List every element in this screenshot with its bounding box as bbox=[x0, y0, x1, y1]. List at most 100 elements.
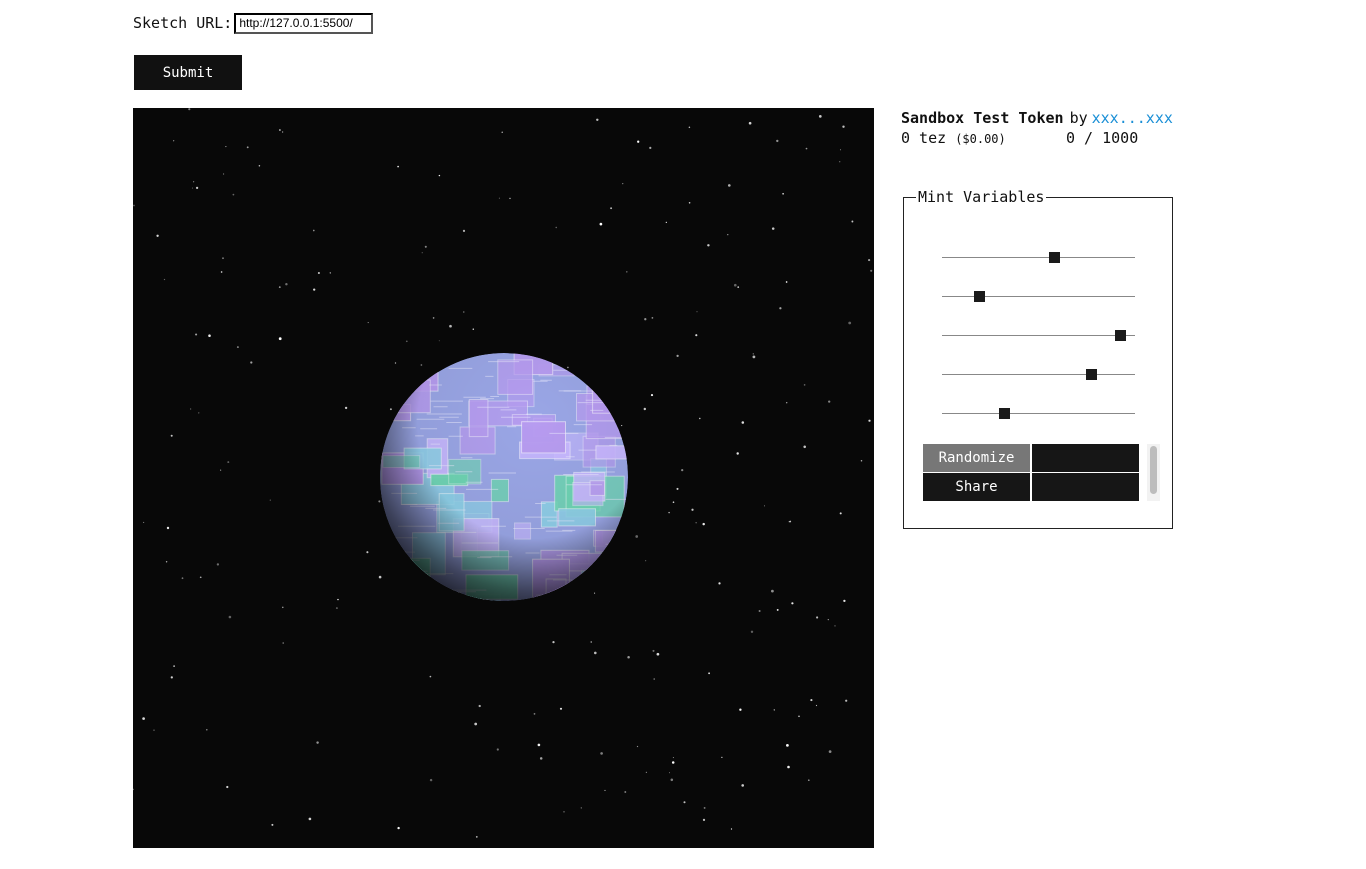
star bbox=[227, 461, 230, 464]
star bbox=[220, 271, 223, 273]
star bbox=[733, 283, 737, 287]
star bbox=[644, 318, 647, 321]
star bbox=[378, 500, 381, 503]
star bbox=[188, 108, 191, 111]
sketch-url-row: Sketch URL: bbox=[133, 12, 374, 34]
star bbox=[637, 140, 640, 143]
star bbox=[142, 717, 145, 720]
star bbox=[421, 252, 423, 254]
star bbox=[313, 288, 316, 291]
scrollbar-thumb[interactable] bbox=[1150, 446, 1157, 494]
star bbox=[807, 779, 810, 782]
star bbox=[163, 278, 166, 281]
sketch-url-input[interactable] bbox=[234, 12, 374, 34]
star bbox=[737, 286, 740, 288]
star bbox=[429, 675, 432, 678]
mint-slider-2[interactable] bbox=[942, 290, 1135, 304]
star bbox=[378, 575, 382, 579]
star bbox=[815, 704, 818, 707]
star bbox=[308, 817, 312, 821]
star bbox=[539, 757, 543, 760]
star bbox=[278, 129, 281, 131]
star bbox=[773, 709, 775, 711]
share-button[interactable]: Share bbox=[923, 473, 1030, 501]
star bbox=[429, 778, 433, 782]
price: 0 tez ($0.00) bbox=[901, 128, 1066, 149]
star bbox=[223, 173, 225, 175]
star bbox=[771, 589, 774, 593]
star bbox=[695, 522, 697, 524]
star bbox=[438, 174, 441, 177]
star bbox=[282, 642, 284, 644]
star bbox=[567, 366, 569, 369]
star bbox=[220, 469, 222, 471]
star bbox=[173, 140, 175, 142]
star bbox=[232, 193, 235, 196]
star bbox=[228, 615, 232, 619]
star bbox=[594, 651, 597, 655]
mint-slider-5[interactable] bbox=[942, 407, 1135, 421]
star bbox=[405, 340, 408, 343]
slider-thumb[interactable] bbox=[998, 408, 1010, 419]
star bbox=[708, 672, 710, 675]
star bbox=[226, 785, 229, 789]
star bbox=[741, 421, 745, 424]
star bbox=[389, 408, 392, 411]
star bbox=[222, 257, 224, 260]
star bbox=[739, 708, 742, 711]
star bbox=[805, 147, 808, 150]
star bbox=[195, 333, 198, 336]
star bbox=[651, 317, 654, 319]
mint-slider-1[interactable] bbox=[942, 251, 1135, 265]
star bbox=[803, 445, 806, 449]
star bbox=[696, 311, 698, 313]
star bbox=[776, 139, 779, 143]
star bbox=[851, 220, 854, 223]
star bbox=[173, 665, 175, 667]
star bbox=[498, 197, 500, 199]
star bbox=[676, 487, 679, 490]
author-link[interactable]: xxx...xxx bbox=[1092, 109, 1173, 127]
token-stats-row: 0 tez ($0.00) 0 / 1000 bbox=[901, 128, 1201, 149]
star bbox=[782, 193, 784, 195]
star bbox=[344, 406, 348, 410]
sketch-canvas[interactable] bbox=[133, 108, 874, 848]
slider-thumb[interactable] bbox=[1048, 252, 1060, 263]
empty-button-2[interactable] bbox=[1032, 473, 1139, 501]
star bbox=[649, 146, 652, 150]
star bbox=[671, 761, 675, 764]
button-scrollbar[interactable] bbox=[1147, 444, 1160, 501]
star bbox=[752, 353, 754, 355]
star bbox=[198, 412, 200, 414]
star bbox=[791, 602, 794, 605]
slider-thumb[interactable] bbox=[1085, 369, 1097, 380]
star bbox=[771, 227, 775, 230]
star bbox=[868, 259, 871, 262]
star bbox=[312, 229, 315, 232]
star bbox=[316, 741, 319, 744]
star bbox=[432, 317, 435, 319]
star bbox=[236, 346, 239, 349]
star bbox=[870, 269, 873, 272]
star bbox=[367, 322, 369, 324]
star bbox=[278, 337, 282, 341]
slider-thumb[interactable] bbox=[1114, 330, 1126, 341]
mint-slider-4[interactable] bbox=[942, 368, 1135, 382]
token-title-row: Sandbox Test Token by xxx...xxx bbox=[901, 108, 1201, 128]
slider-thumb[interactable] bbox=[973, 291, 985, 302]
sketch-url-label: Sketch URL: bbox=[133, 14, 233, 32]
slider-track bbox=[942, 335, 1135, 336]
randomize-button[interactable]: Randomize bbox=[923, 444, 1030, 472]
star bbox=[707, 244, 710, 247]
star bbox=[668, 772, 671, 774]
star bbox=[785, 401, 788, 404]
mint-slider-3[interactable] bbox=[942, 329, 1135, 343]
star bbox=[842, 125, 845, 128]
star bbox=[779, 307, 782, 310]
empty-button-1[interactable] bbox=[1032, 444, 1139, 472]
star bbox=[672, 757, 674, 759]
star bbox=[668, 511, 670, 514]
mint-variables-panel: Mint Variables Randomize Share bbox=[903, 188, 1173, 529]
submit-button[interactable]: Submit bbox=[134, 55, 242, 90]
star bbox=[475, 836, 478, 838]
